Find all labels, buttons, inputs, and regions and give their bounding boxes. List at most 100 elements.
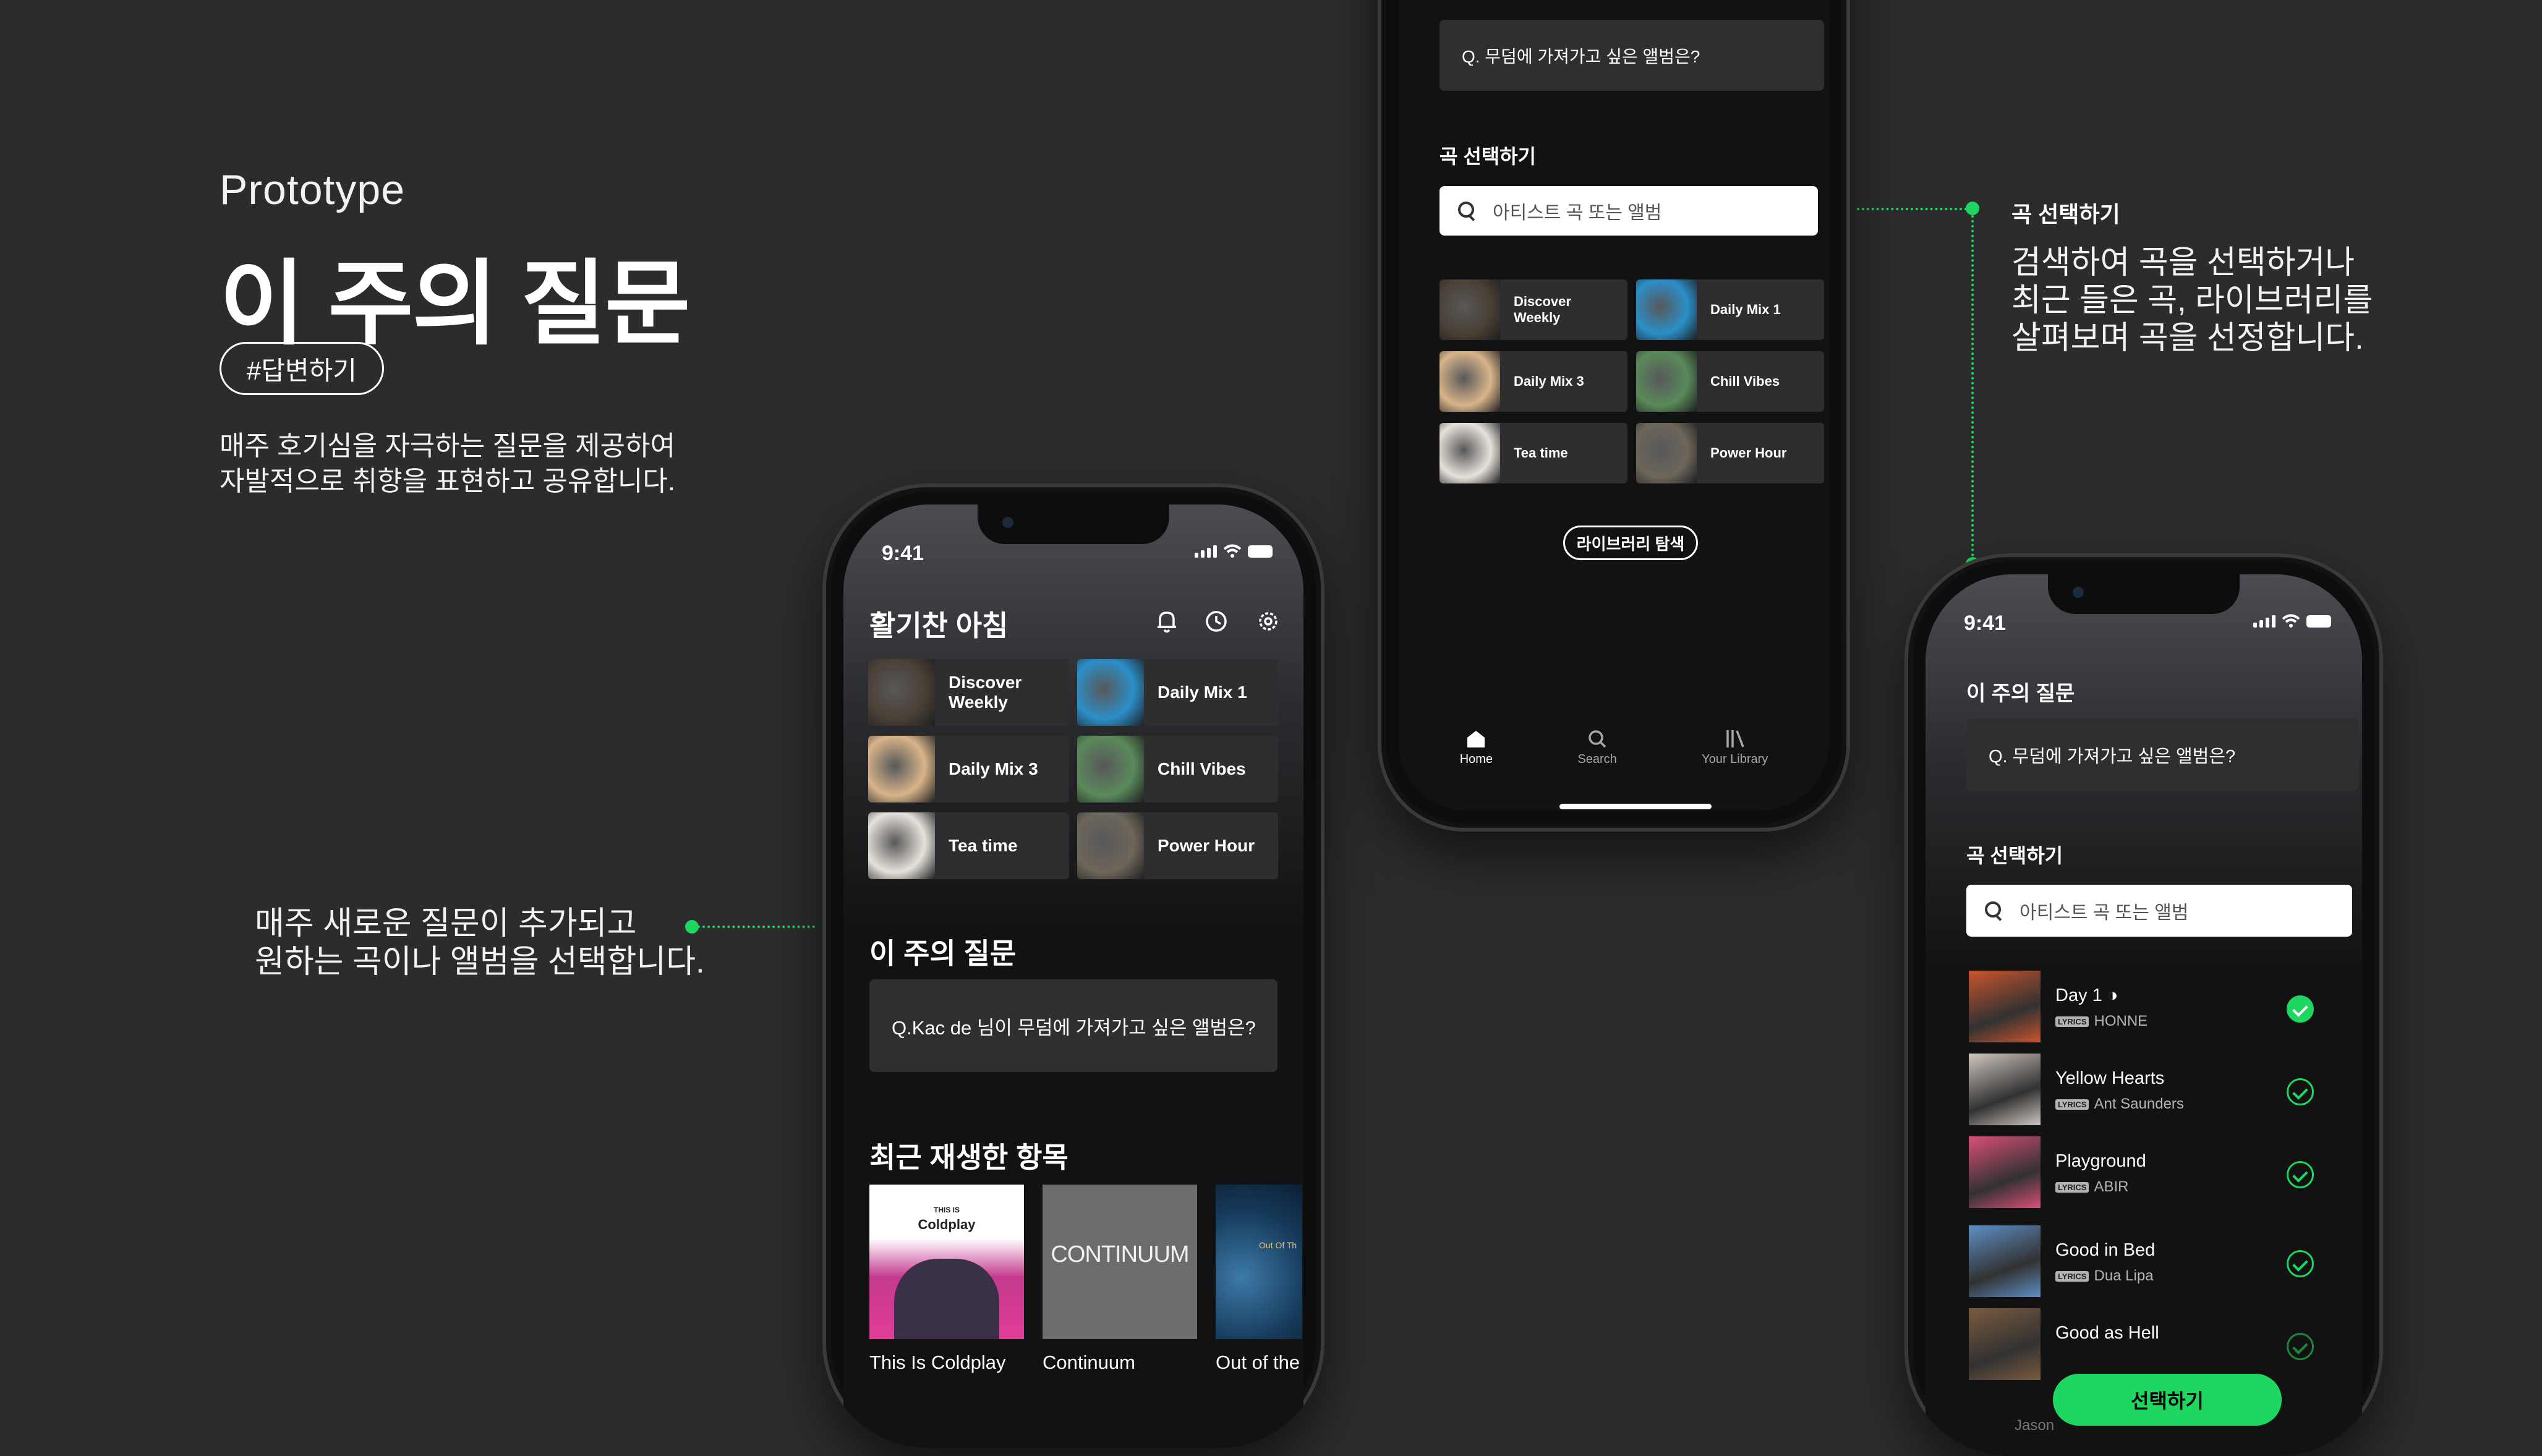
playlist-tile[interactable]: Daily Mix 3 <box>1439 351 1627 412</box>
battery-icon <box>2306 615 2331 628</box>
playlist-art <box>1439 351 1500 412</box>
song-artist: LYRICS HONNE <box>2055 1013 2147 1030</box>
song-artist: LYRICS Dua Lipa <box>2055 1267 2154 1285</box>
callout-right-line-v <box>1971 215 1974 561</box>
check-icon[interactable] <box>2287 1333 2314 1360</box>
playlist-tile[interactable]: Chill Vibes <box>1077 736 1278 803</box>
song-title: Playground <box>2055 1151 2146 1171</box>
question-card[interactable]: Q. 무덤에 가져가고 싶은 앨범은? <box>1439 20 1824 91</box>
wifi-icon <box>2282 614 2300 628</box>
playlist-art <box>1636 279 1697 340</box>
song-title: Good as Hell <box>2055 1323 2159 1343</box>
nav-library[interactable]: Your Library <box>1702 729 1768 767</box>
playlist-tile[interactable]: Discover Weekly <box>868 659 1069 726</box>
wifi-icon <box>1223 544 1242 558</box>
callout-left-text: 매주 새로운 질문이 추가되고 원하는 곡이나 앨범을 선택합니다. <box>255 906 705 980</box>
song-title: Day 1 ◑ <box>2055 986 2118 1005</box>
album-caption: This Is Coldplay <box>869 1352 1006 1373</box>
notch <box>978 504 1169 544</box>
album-cover-continuum[interactable]: CONTINUUM <box>1043 1185 1197 1339</box>
playlist-art <box>1439 279 1500 340</box>
signal-icon <box>2253 615 2275 628</box>
playlist-art <box>868 812 935 879</box>
playlist-art <box>868 659 935 726</box>
playlist-tile[interactable]: Tea time <box>1439 423 1627 483</box>
recent-played-title: 최근 재생한 항목 <box>869 1141 1068 1173</box>
playlist-tile[interactable]: Tea time <box>868 812 1069 879</box>
song-title: Yellow Hearts <box>2055 1068 2165 1088</box>
status-icons <box>1195 544 1273 558</box>
select-button[interactable]: 선택하기 <box>2053 1374 2282 1426</box>
phone-side-button <box>814 691 820 728</box>
playlist-tile[interactable]: Daily Mix 1 <box>1077 659 1278 726</box>
settings-icon[interactable] <box>1254 607 1282 636</box>
library-explore-button[interactable]: 라이브러리 탐색 <box>1563 526 1698 560</box>
playlist-tile[interactable]: Power Hour <box>1636 423 1824 483</box>
playlist-art <box>868 736 935 803</box>
weekly-question-title: 이 주의 질문 <box>869 937 1017 969</box>
song-title: Good in Bed <box>2055 1240 2156 1260</box>
album-caption: Continuum <box>1043 1352 1135 1373</box>
song-row[interactable]: Day 1 ◑ LYRICS HONNE <box>1926 971 2362 1050</box>
playlist-art <box>1077 812 1144 879</box>
battery-icon <box>1248 545 1273 558</box>
song-select-screen: 9:41 이 주의 질문 Q. 무덤에 가져가고 싶은 앨범은? 곡 선택하기 … <box>1926 574 2362 1456</box>
song-select-phone: 9:41 이 주의 질문 Q. 무덤에 가져가고 싶은 앨범은? 곡 선택하기 … <box>1904 553 2383 1456</box>
prototype-label: Prototype <box>220 166 406 213</box>
song-row[interactable]: Yellow Hearts LYRICS Ant Saunders <box>1926 1054 2362 1133</box>
notch <box>2048 574 2240 614</box>
search-input[interactable]: 아티스트 곡 또는 앨범 <box>1966 885 2352 937</box>
playlist-tile[interactable]: Chill Vibes <box>1636 351 1824 412</box>
callout-right-dot-top <box>1966 202 1979 215</box>
bell-icon[interactable] <box>1153 607 1181 636</box>
song-row[interactable]: Playground LYRICS ABIR <box>1926 1136 2362 1215</box>
bottom-peek-text: Jason <box>2015 1417 2055 1434</box>
home-icon <box>1467 731 1485 747</box>
search-icon <box>1458 202 1477 220</box>
hashtag-pill: #답변하기 <box>220 342 384 395</box>
playlist-art <box>1077 736 1144 803</box>
status-icons <box>2253 614 2331 628</box>
callout-right-title: 곡 선택하기 <box>2011 202 2120 227</box>
playlist-tile[interactable]: Power Hour <box>1077 812 1278 879</box>
feature-description: 매주 호기심을 자극하는 질문을 제공하여 자발적으로 취향을 표현하고 공유합… <box>220 431 676 496</box>
callout-right-line-h <box>1857 208 1972 210</box>
search-phone: Q. 무덤에 가져가고 싶은 앨범은? 곡 선택하기 아티스트 곡 또는 앨범 … <box>1378 0 1850 832</box>
phone-side-button <box>1896 756 1902 793</box>
song-art <box>1969 1225 2041 1297</box>
song-art <box>1969 1308 2041 1380</box>
search-screen: Q. 무덤에 가져가고 싶은 앨범은? 곡 선택하기 아티스트 곡 또는 앨범 … <box>1399 0 1829 811</box>
song-artist: LYRICS Ant Saunders <box>2055 1096 2184 1113</box>
search-input[interactable]: 아티스트 곡 또는 앨범 <box>1439 186 1818 236</box>
nav-search[interactable]: Search <box>1577 729 1617 767</box>
album-cover-out-of-the[interactable]: Out Of Th <box>1216 1185 1302 1339</box>
weekly-question-card[interactable]: Q.Kac de 님이 무덤에 가져가고 싶은 앨범은? <box>869 979 1277 1072</box>
playlist-tile[interactable]: Daily Mix 3 <box>868 736 1069 803</box>
nav-home[interactable]: Home <box>1460 729 1493 767</box>
check-icon[interactable] <box>2287 995 2314 1023</box>
song-art <box>1969 1136 2041 1208</box>
check-icon[interactable] <box>2287 1250 2314 1277</box>
question-card[interactable]: Q. 무덤에 가져가고 싶은 앨범은? <box>1966 718 2358 791</box>
song-row[interactable]: Good in Bed LYRICS Dua Lipa <box>1926 1225 2362 1305</box>
callout-right-text: 검색하여 곡을 선택하거나 최근 들은 곡, 라이브러리를 살펴보며 곡을 선정… <box>2011 245 2373 356</box>
album-caption: Out of the I <box>1216 1352 1303 1373</box>
callout-left-line <box>697 926 815 928</box>
select-song-title: 곡 선택하기 <box>1966 845 2063 867</box>
playlist-tile[interactable]: Daily Mix 1 <box>1636 279 1824 340</box>
status-time: 9:41 <box>882 542 924 565</box>
album-cover-coldplay[interactable]: THIS IS Coldplay <box>869 1185 1024 1339</box>
bottom-nav: Home Search Your Library <box>1399 730 1829 767</box>
library-icon <box>1726 730 1744 747</box>
song-art <box>1969 971 2041 1042</box>
signal-icon <box>1195 545 1217 558</box>
playlist-art <box>1077 659 1144 726</box>
check-icon[interactable] <box>2287 1161 2314 1188</box>
playlist-art <box>1439 423 1500 483</box>
playlist-tile[interactable]: Discover Weekly <box>1439 279 1627 340</box>
playlist-art <box>1636 351 1697 412</box>
check-icon[interactable] <box>2287 1078 2314 1105</box>
search-icon <box>1589 730 1606 748</box>
status-time: 9:41 <box>1964 611 2007 635</box>
history-icon[interactable] <box>1202 607 1230 636</box>
